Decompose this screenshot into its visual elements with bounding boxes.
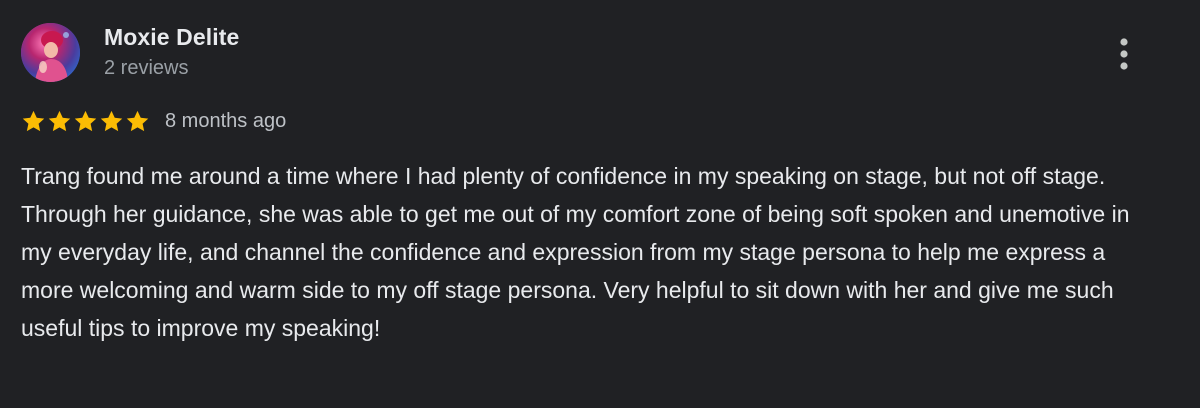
reviews-count[interactable]: 2 reviews (104, 57, 188, 80)
star-icon (100, 110, 123, 131)
more-options-button[interactable] (1108, 34, 1140, 74)
star-rating (21, 109, 151, 134)
star-icon (74, 110, 97, 131)
avatar[interactable] (21, 23, 80, 82)
more-vert-icon (1120, 38, 1128, 70)
review-text: Trang found me around a time where I had… (21, 163, 1130, 341)
avatar-image (21, 23, 80, 82)
review-date: 8 months ago (165, 109, 287, 132)
star-icon (48, 110, 71, 131)
star-icon (126, 110, 149, 131)
star-icon (22, 110, 45, 131)
review-card: Moxie Delite 2 reviews 8 months ago Tran… (0, 0, 1200, 408)
reviewer-name[interactable]: Moxie Delite (104, 24, 239, 51)
rating-row: 8 months ago (21, 106, 286, 136)
